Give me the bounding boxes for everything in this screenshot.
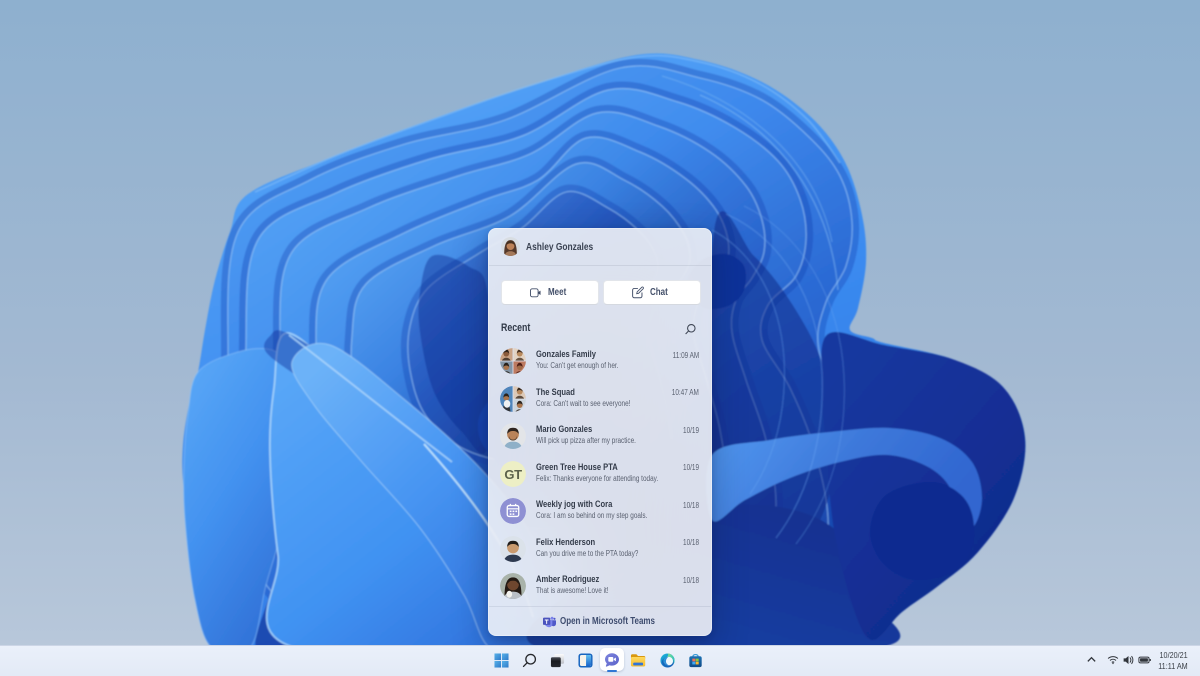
svg-text:GT: GT [504,466,522,481]
